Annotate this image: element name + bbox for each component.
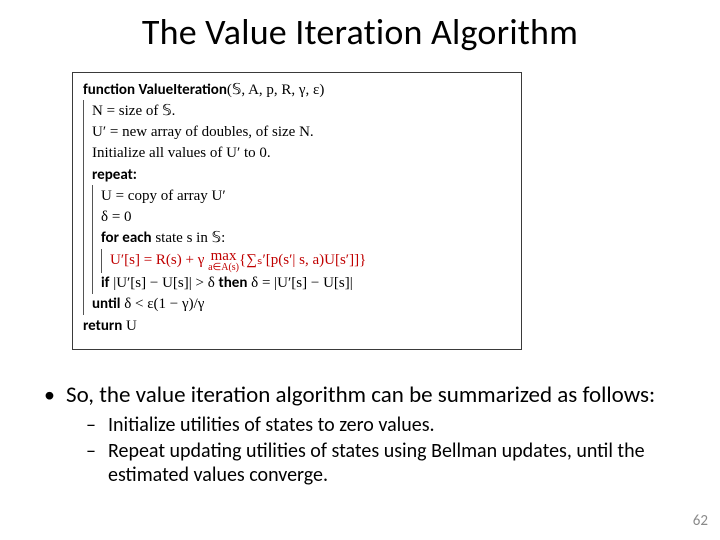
bullet-list-level1: So, the value iteration algorithm can be… — [40, 382, 680, 487]
max-operator: maxa∈A(s) — [208, 250, 239, 273]
page-number: 62 — [693, 512, 708, 530]
repeat-body: U = copy of array U′ δ = 0 for each stat… — [92, 185, 513, 294]
line-size: N = size of 𝕊. — [92, 100, 513, 121]
slide-title: The Value Iteration Algorithm — [0, 10, 720, 54]
line-init: Initialize all values of U′ to 0. — [92, 143, 513, 164]
bullet-region: So, the value iteration algorithm can be… — [40, 382, 680, 491]
keyword-until: until — [92, 295, 120, 313]
line-uprime-decl: U′ = new array of doubles, of size N. — [92, 122, 513, 143]
bullet-summary: So, the value iteration algorithm can be… — [66, 382, 680, 487]
update-formula: U′[s] = R(s) + γ maxa∈A(s){∑ₛ′[p(s′| s, … — [110, 252, 366, 268]
line-repeat: repeat: — [92, 164, 513, 185]
function-args: (𝕊, A, p, R, γ, ε) — [227, 82, 324, 98]
line-until: until δ < ε(1 − γ)/γ — [92, 294, 513, 315]
keyword-foreach: for each — [101, 229, 152, 247]
repeat-bar — [92, 185, 93, 294]
bullet-summary-text: So, the value iteration algorithm can be… — [66, 381, 655, 409]
keyword-function: function — [83, 81, 135, 99]
subbullet-init: Initialize utilities of states to zero v… — [108, 414, 680, 438]
algorithm-box: function ValueIteration(𝕊, A, p, R, γ, ε… — [72, 72, 522, 350]
function-body: N = size of 𝕊. U′ = new array of doubles… — [83, 100, 513, 315]
body-bar — [83, 100, 84, 315]
foreach-body: U′[s] = R(s) + γ maxa∈A(s){∑ₛ′[p(s′| s, … — [101, 249, 513, 273]
function-name: ValueIteration — [138, 81, 226, 99]
line-copy: U = copy of array U′ — [101, 185, 513, 206]
keyword-return: return — [83, 317, 122, 335]
foreach-bar — [101, 249, 102, 273]
keyword-then: then — [219, 274, 248, 292]
line-foreach: for each state s in 𝕊: — [101, 228, 513, 249]
subbullet-repeat: Repeat updating utilities of states usin… — [108, 440, 680, 487]
bullet-list-level2: Initialize utilities of states to zero v… — [66, 414, 680, 487]
line-bellman-update: U′[s] = R(s) + γ maxa∈A(s){∑ₛ′[p(s′| s, … — [110, 249, 513, 273]
line-if-then: if |U′[s] − U[s]| > δ then δ = |U′[s] − … — [101, 273, 513, 294]
line-delta0: δ = 0 — [101, 207, 513, 228]
line-return: return U — [83, 315, 513, 336]
slide: The Value Iteration Algorithm function V… — [0, 0, 720, 540]
keyword-repeat: repeat: — [92, 166, 137, 184]
algo-function-line: function ValueIteration(𝕊, A, p, R, γ, ε… — [83, 79, 513, 100]
